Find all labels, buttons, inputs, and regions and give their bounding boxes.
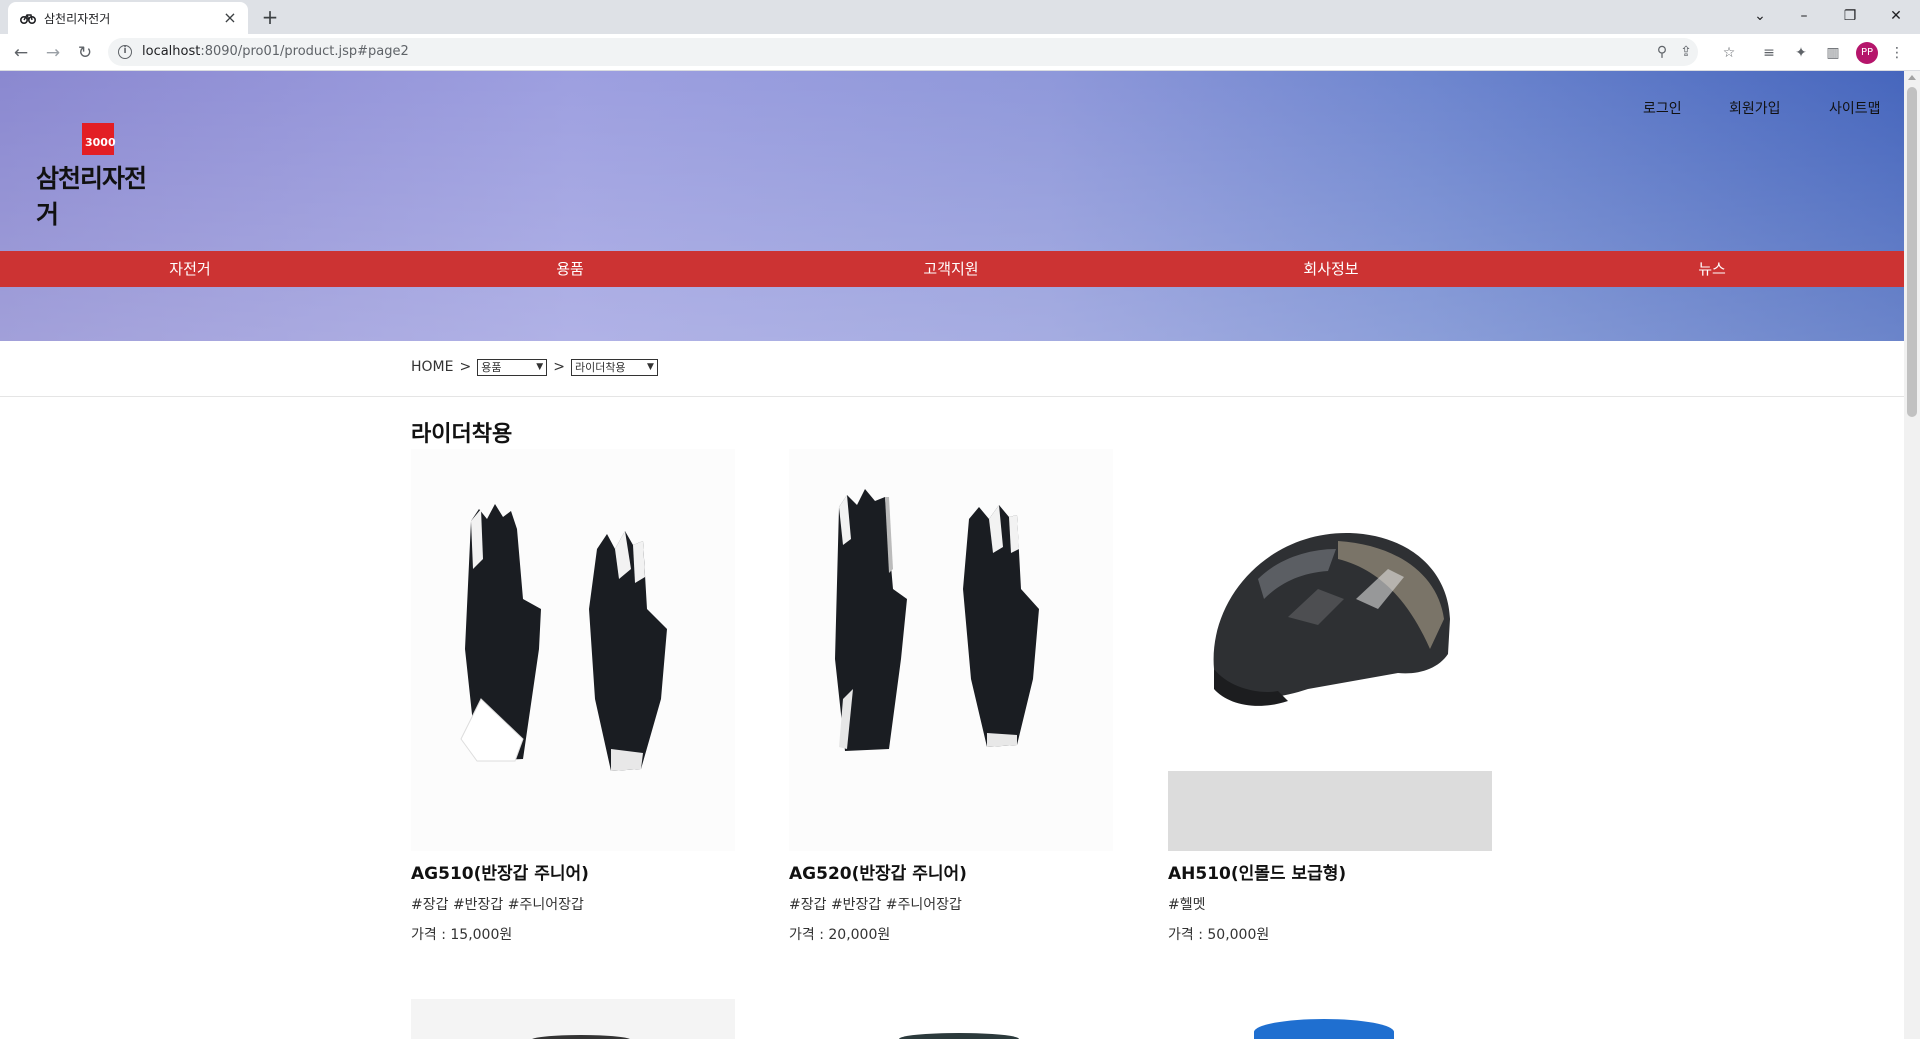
page-viewport: 3000 삼천리자전거 로그인 회원가입 사이트맵 자전거 용품 고객지원 회사… bbox=[0, 71, 1904, 1039]
sitemap-link[interactable]: 사이트맵 bbox=[1829, 98, 1881, 118]
signup-link[interactable]: 회원가입 bbox=[1729, 98, 1781, 118]
product-price: 가격 : 20,000원 bbox=[789, 927, 891, 943]
chevron-down-icon: ▼ bbox=[647, 362, 654, 372]
site-logo[interactable]: 3000 삼천리자전거 bbox=[36, 123, 166, 229]
product-image[interactable] bbox=[1168, 449, 1492, 851]
tab-search-icon[interactable]: ⌄ bbox=[1740, 2, 1780, 30]
product-card[interactable] bbox=[789, 999, 1113, 1039]
bookmark-star-icon[interactable]: ☆ bbox=[1718, 42, 1740, 64]
logo-mark-icon: 3000 bbox=[82, 123, 116, 155]
helmet-icon bbox=[531, 1035, 631, 1039]
extensions-icon[interactable]: ✦ bbox=[1790, 42, 1812, 64]
new-tab-button[interactable]: + bbox=[258, 5, 282, 29]
product-tags: #장갑 #반장갑 #주니어장갑 bbox=[411, 897, 584, 913]
page-scrollbar[interactable] bbox=[1904, 71, 1920, 1039]
side-panel-icon[interactable]: ▥ bbox=[1822, 42, 1844, 64]
restore-button[interactable]: ❐ bbox=[1830, 2, 1870, 30]
main-nav: 자전거 용품 고객지원 회사정보 뉴스 bbox=[0, 251, 1904, 287]
nav-item-accessories[interactable]: 용품 bbox=[380, 251, 760, 287]
product-card[interactable] bbox=[1168, 999, 1492, 1039]
reading-list-icon[interactable]: ≡ bbox=[1758, 42, 1780, 64]
zoom-icon[interactable]: ⚲ bbox=[1652, 42, 1672, 62]
divider bbox=[0, 396, 1904, 397]
logo-text: 삼천리자전거 bbox=[36, 164, 147, 229]
breadcrumb-separator: > bbox=[553, 359, 565, 375]
product-price: 가격 : 50,000원 bbox=[1168, 927, 1270, 943]
helmet-icon bbox=[899, 1033, 1019, 1039]
back-button[interactable]: ← bbox=[8, 40, 34, 66]
share-icon[interactable]: ⇪ bbox=[1676, 42, 1696, 62]
forward-button[interactable]: → bbox=[40, 40, 66, 66]
nav-item-support[interactable]: 고객지원 bbox=[761, 251, 1141, 287]
category-select[interactable]: 용품 ▼ bbox=[477, 358, 548, 376]
scroll-up-icon[interactable] bbox=[1908, 75, 1916, 80]
product-card[interactable]: AH510(인몰드 보급형) #헬멧 가격 : 50,000원 bbox=[1168, 449, 1492, 944]
bicycle-icon bbox=[20, 14, 36, 24]
product-name[interactable]: AG520(반장갑 주니어) bbox=[789, 859, 1113, 884]
product-card[interactable]: AG520(반장갑 주니어) #장갑 #반장갑 #주니어장갑 가격 : 20,0… bbox=[789, 449, 1113, 944]
product-name[interactable]: AH510(인몰드 보급형) bbox=[1168, 859, 1492, 884]
profile-avatar[interactable]: PP bbox=[1856, 42, 1878, 64]
image-placeholder bbox=[1168, 771, 1492, 851]
menu-kebab-icon[interactable]: ⋮ bbox=[1886, 42, 1908, 64]
product-image[interactable] bbox=[411, 449, 735, 851]
tab-close-icon[interactable]: × bbox=[220, 8, 240, 28]
product-tags: #헬멧 bbox=[1168, 897, 1206, 913]
product-price: 가격 : 15,000원 bbox=[411, 927, 513, 943]
browser-toolbar: ← → ↻ i localhost:8090/pro01/product.jsp… bbox=[0, 34, 1920, 71]
reload-button[interactable]: ↻ bbox=[72, 40, 98, 66]
breadcrumb-home[interactable]: HOME bbox=[411, 359, 453, 375]
address-bar[interactable]: i localhost:8090/pro01/product.jsp#page2… bbox=[108, 38, 1698, 66]
gloves-icon bbox=[460, 504, 667, 771]
page-title: 라이더착용 bbox=[411, 422, 513, 447]
breadcrumb: HOME > 용품 ▼ > 라이더착용 ▼ bbox=[411, 357, 658, 377]
product-image[interactable] bbox=[789, 999, 1113, 1039]
scroll-thumb[interactable] bbox=[1907, 87, 1917, 417]
product-image[interactable] bbox=[411, 999, 735, 1039]
nav-item-company[interactable]: 회사정보 bbox=[1141, 251, 1521, 287]
close-window-button[interactable]: ✕ bbox=[1876, 2, 1916, 30]
browser-tab[interactable]: 삼천리자전거 × bbox=[8, 2, 248, 34]
product-card[interactable] bbox=[411, 999, 735, 1039]
chevron-down-icon: ▼ bbox=[536, 362, 544, 372]
product-card[interactable]: AG510(반장갑 주니어) #장갑 #반장갑 #주니어장갑 가격 : 15,0… bbox=[411, 449, 735, 944]
url-text[interactable]: localhost:8090/pro01/product.jsp#page2 bbox=[142, 44, 409, 59]
subcategory-select[interactable]: 라이더착용 ▼ bbox=[570, 358, 658, 376]
gloves-icon bbox=[835, 489, 1039, 751]
helmet-icon bbox=[1254, 1019, 1394, 1039]
site-info-icon[interactable]: i bbox=[118, 45, 132, 59]
login-link[interactable]: 로그인 bbox=[1643, 98, 1682, 118]
minimize-button[interactable]: – bbox=[1784, 2, 1824, 30]
nav-item-news[interactable]: 뉴스 bbox=[1522, 251, 1902, 287]
product-image[interactable] bbox=[789, 449, 1113, 851]
product-tags: #장갑 #반장갑 #주니어장갑 bbox=[789, 897, 962, 913]
tab-title: 삼천리자전거 bbox=[44, 12, 111, 26]
browser-tabstrip: 삼천리자전거 × + ⌄ – ❐ ✕ bbox=[0, 0, 1920, 34]
product-name[interactable]: AG510(반장갑 주니어) bbox=[411, 859, 735, 884]
header-banner bbox=[0, 71, 1904, 341]
nav-item-bicycle[interactable]: 자전거 bbox=[0, 251, 380, 287]
breadcrumb-separator: > bbox=[459, 359, 472, 375]
product-image[interactable] bbox=[1168, 999, 1492, 1039]
